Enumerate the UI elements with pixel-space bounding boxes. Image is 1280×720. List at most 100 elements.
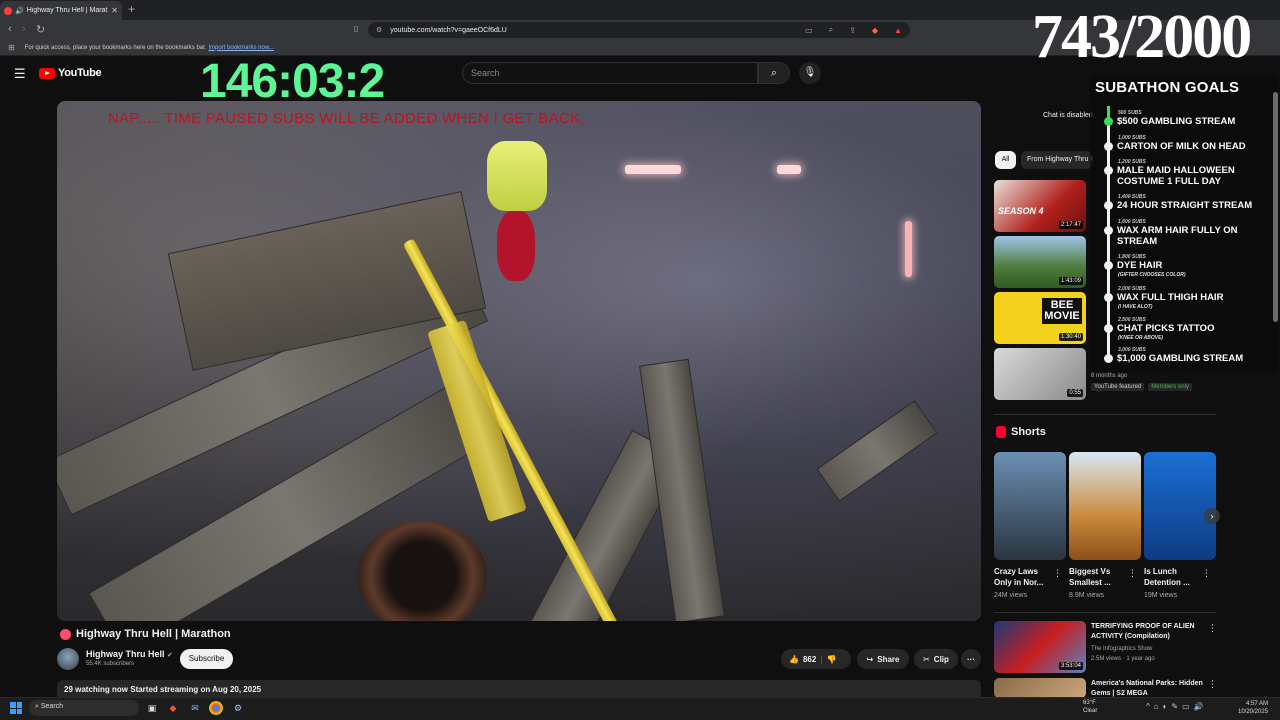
zoom-icon[interactable]: ⌕ [829, 25, 833, 35]
video-frame-light [625, 165, 681, 174]
rec-duration: 1:30:40 [1058, 333, 1083, 341]
menu-icon[interactable]: ☰ [14, 66, 26, 82]
video-thumbnail[interactable] [994, 678, 1086, 698]
brave-browser-icon[interactable]: ◆ [166, 701, 180, 715]
rec-thumbnail[interactable]: 0:55 [994, 348, 1086, 400]
goal-name: DYE HAIR [1117, 260, 1163, 271]
goal-marker [1104, 354, 1113, 363]
chevron-right-icon[interactable]: › [1204, 508, 1220, 524]
rec-thumbnail-text: SEASON 4 [998, 206, 1044, 216]
like-count[interactable]: 862 [803, 655, 816, 664]
short-thumbnail[interactable] [1069, 452, 1141, 560]
more-actions-button[interactable]: ··· [961, 649, 981, 669]
weather-desc: Clear [1083, 708, 1098, 714]
video-player[interactable] [57, 101, 981, 621]
chip-from-channel[interactable]: From Highway Thru Hell [1021, 151, 1093, 169]
more-vert-icon[interactable]: ⋮ [1128, 568, 1137, 579]
goal-marker [1104, 293, 1113, 302]
import-bookmarks-link[interactable]: Import bookmarks now... [208, 45, 273, 51]
search-input[interactable]: Search [462, 62, 758, 84]
back-icon[interactable]: ‹ [8, 23, 12, 35]
short-thumbnail[interactable] [994, 452, 1066, 560]
browser-tab[interactable]: 🔊 Highway Thru Hell | Marat ✕ [0, 1, 122, 20]
goal-name: $1,000 GAMBLING STREAM [1117, 353, 1244, 364]
share-label: Share [877, 654, 900, 664]
youtube-logo[interactable]: YouTube [39, 67, 102, 79]
reload-icon[interactable]: ↻ [36, 23, 45, 36]
weather-temp: 63°F [1083, 700, 1096, 706]
task-view-icon[interactable]: ▣ [145, 701, 159, 715]
shorts-icon [996, 426, 1006, 438]
windows-start-icon[interactable] [10, 702, 22, 714]
share-icon[interactable]: ⇪ [849, 26, 856, 35]
close-icon[interactable]: ✕ [111, 6, 118, 15]
goal-name: WAX FULL THIGH HAIR [1117, 292, 1224, 303]
goal-name: CARTON OF MILK ON HEAD [1117, 141, 1246, 152]
rec-thumbnail-text: BEE MOVIE [1042, 298, 1082, 324]
video-duration: 3:53:04 [1058, 662, 1083, 670]
subathon-timer: 146:03:2 [200, 55, 385, 108]
microphone-icon[interactable]: 🎙 [799, 62, 821, 84]
shorts-header: Shorts [996, 426, 1046, 438]
app-icon[interactable]: ✉ [188, 701, 202, 715]
forward-icon[interactable]: › [22, 23, 26, 35]
video-title[interactable]: TERRIFYING PROOF OF ALIEN ACTIVITY (Comp… [1091, 622, 1206, 642]
goal-marker [1104, 117, 1113, 126]
goals-header: SUBATHON GOALS [1095, 79, 1240, 96]
share-button[interactable]: ↪ Share [857, 649, 909, 669]
divider [994, 612, 1216, 613]
search-icon[interactable]: ⌕ [758, 62, 790, 84]
short-title[interactable]: Is Lunch Detention ... [1144, 566, 1204, 588]
like-icon[interactable]: 👍 [789, 655, 799, 664]
video-thumbnail[interactable]: 3:53:04 [994, 621, 1086, 673]
goal-name: CHAT PICKS TATTOO [1117, 323, 1215, 334]
new-tab-icon[interactable]: + [128, 2, 135, 16]
clip-button[interactable]: ✂ Clip [914, 649, 958, 669]
channel-avatar[interactable] [57, 648, 79, 670]
site-info-icon[interactable]: ⚙ [376, 26, 382, 34]
more-vert-icon[interactable]: ⋮ [1208, 679, 1217, 690]
brave-rewards-icon[interactable]: ▲ [894, 26, 902, 35]
more-vert-icon[interactable]: ⋮ [1208, 623, 1217, 634]
rec-thumbnail[interactable]: SEASON 4 2:17:47 [994, 180, 1086, 232]
goal-marker [1104, 142, 1113, 151]
subscriber-count: 55.4K subscribers [86, 661, 135, 667]
video-title-row: Highway Thru Hell | Marathon [60, 628, 231, 640]
chrome-icon[interactable] [209, 701, 223, 715]
paused-message: NAP..... TIME PAUSED SUBS WILL BE ADDED … [108, 110, 585, 127]
bookmark-icon[interactable]: ▯ [354, 24, 358, 33]
taskbar-search[interactable]: ⌕ Search [29, 700, 139, 716]
short-thumbnail[interactable] [1144, 452, 1216, 560]
video-title: Highway Thru Hell | Marathon [76, 628, 231, 640]
subscribe-button[interactable]: Subscribe [180, 649, 233, 669]
channel-name[interactable]: Highway Thru Hell ✔ [86, 649, 173, 659]
page-scrollbar[interactable] [1273, 92, 1278, 322]
rec-thumbnail[interactable]: 1:43:09 [994, 236, 1086, 288]
chat-disabled-label: Chat is disabled [1043, 112, 1093, 119]
brave-shield-icon[interactable]: ◆ [872, 26, 878, 35]
cast-icon[interactable]: ▭ [805, 26, 813, 35]
more-vert-icon[interactable]: ⋮ [1202, 568, 1211, 579]
goal-name: WAX ARM HAIR FULLY ON STREAM [1117, 225, 1238, 247]
short-title[interactable]: Biggest Vs Smallest ... [1069, 566, 1129, 588]
bookmarks-hint: For quick access, place your bookmarks h… [24, 44, 207, 51]
address-bar[interactable]: ⚙ youtube.com/watch?v=gaeeOCf6dLU ▭ ⌕ ⇪ … [368, 22, 910, 38]
rec-thumbnail[interactable]: BEE MOVIE 1:30:40 [994, 292, 1086, 344]
chip-all[interactable]: All [995, 151, 1016, 169]
steam-icon[interactable]: ⚙ [231, 701, 245, 715]
clip-label: Clip [933, 654, 949, 664]
system-tray-icons[interactable]: ^⌂◐✎▭🔊 [1146, 702, 1208, 711]
apps-icon[interactable]: ⊞ [8, 43, 15, 52]
taskbar-clock[interactable]: 4:57 AM 10/20/2025 [1238, 700, 1268, 716]
speaker-icon[interactable]: 🔊 [15, 7, 24, 15]
clock-time: 4:57 AM [1246, 701, 1269, 707]
rec-duration: 0:55 [1067, 389, 1083, 397]
video-title[interactable]: America's National Parks: Hidden Gems | … [1091, 679, 1206, 699]
more-vert-icon[interactable]: ⋮ [1053, 568, 1062, 579]
short-title[interactable]: Crazy Laws Only in Nor... [994, 566, 1054, 588]
video-frame-pipe [357, 521, 487, 621]
divider [994, 414, 1216, 415]
video-frame-worker-glove [497, 211, 535, 281]
weather-widget[interactable]: 63°F Clear [1083, 699, 1097, 715]
dislike-icon[interactable]: 👎 [827, 655, 837, 664]
